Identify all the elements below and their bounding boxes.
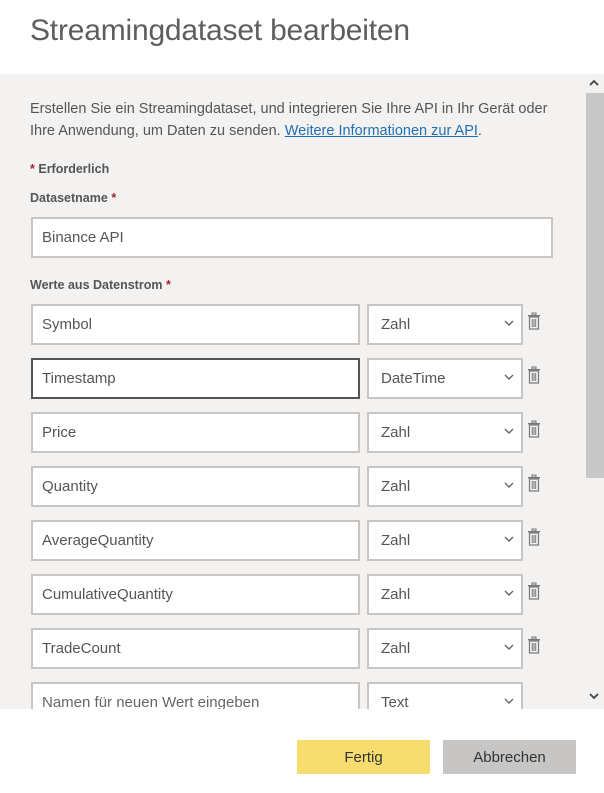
value-type-selected: Zahl (381, 316, 411, 333)
value-name-input[interactable]: AverageQuantity (31, 520, 360, 561)
value-type-select[interactable]: Text (367, 682, 523, 709)
description-end: . (477, 123, 482, 139)
chevron-down-icon (504, 698, 514, 704)
required-note-text: Erforderlich (38, 162, 110, 176)
dataset-name-label-text: Datasetname (30, 191, 108, 205)
value-type-select[interactable]: Zahl (367, 628, 523, 669)
required-star: * (30, 162, 35, 176)
trash-icon[interactable] (527, 366, 541, 384)
new-value-name-input[interactable]: Namen für neuen Wert eingeben (31, 682, 360, 709)
value-type-selected: Text (381, 694, 409, 709)
value-name-input[interactable]: CumulativeQuantity (31, 574, 360, 615)
chevron-down-icon (504, 374, 514, 380)
value-type-selected: Zahl (381, 640, 411, 657)
trash-icon[interactable] (527, 582, 541, 600)
value-name-input[interactable]: Symbol (31, 304, 360, 345)
value-type-select[interactable]: Zahl (367, 574, 523, 615)
required-star: * (165, 278, 171, 292)
scroll-up-icon[interactable] (588, 78, 600, 88)
trash-icon[interactable] (527, 528, 541, 546)
value-type-select[interactable]: DateTime (367, 358, 523, 399)
value-type-select[interactable]: Zahl (367, 412, 523, 453)
value-name-input[interactable]: Price (31, 412, 360, 453)
value-name-input[interactable]: Quantity (31, 466, 360, 507)
chevron-down-icon (504, 536, 514, 542)
value-type-selected: Zahl (381, 532, 411, 549)
value-name-input[interactable]: TradeCount (31, 628, 360, 669)
values-label: Werte aus Datenstrom * (30, 278, 171, 292)
api-info-link[interactable]: Weitere Informationen zur API (285, 123, 478, 139)
trash-icon[interactable] (527, 420, 541, 438)
value-type-selected: DateTime (381, 370, 446, 387)
chevron-down-icon (504, 590, 514, 596)
dialog-body: Erstellen Sie ein Streamingdataset, und … (0, 74, 604, 709)
value-type-select[interactable]: Zahl (367, 304, 523, 345)
trash-icon[interactable] (527, 312, 541, 330)
scroll-down-icon[interactable] (588, 691, 600, 701)
values-label-text: Werte aus Datenstrom (30, 278, 163, 292)
value-type-selected: Zahl (381, 586, 411, 603)
dialog-footer: Fertig Abbrechen (0, 709, 604, 793)
value-type-select[interactable]: Zahl (367, 520, 523, 561)
value-type-select[interactable]: Zahl (367, 466, 523, 507)
scrollbar-thumb[interactable] (586, 93, 604, 478)
required-note: * Erforderlich (30, 162, 109, 176)
trash-icon[interactable] (527, 636, 541, 654)
done-button[interactable]: Fertig (297, 740, 430, 774)
chevron-down-icon (504, 428, 514, 434)
dialog-title: Streamingdataset bearbeiten (30, 14, 410, 47)
dataset-name-label: Datasetname * (30, 191, 116, 205)
cancel-button[interactable]: Abbrechen (443, 740, 576, 774)
value-type-selected: Zahl (381, 424, 411, 441)
trash-icon[interactable] (527, 474, 541, 492)
description: Erstellen Sie ein Streamingdataset, und … (30, 98, 570, 142)
dataset-name-input[interactable]: Binance API (31, 217, 553, 258)
value-type-selected: Zahl (381, 478, 411, 495)
chevron-down-icon (504, 320, 514, 326)
chevron-down-icon (504, 644, 514, 650)
value-name-input[interactable]: Timestamp (31, 358, 360, 399)
required-star: * (111, 191, 117, 205)
chevron-down-icon (504, 482, 514, 488)
dialog-header: Streamingdataset bearbeiten (0, 0, 604, 74)
